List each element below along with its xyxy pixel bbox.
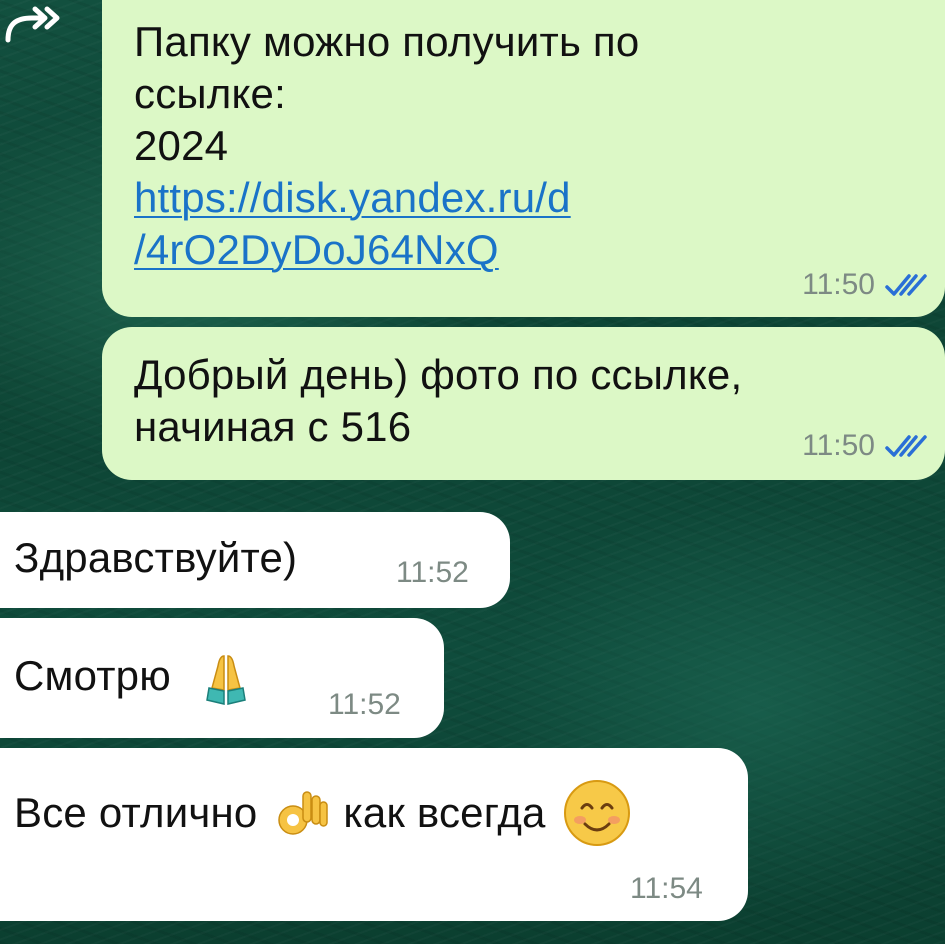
- message-bubble-outgoing[interactable]: Добрый день) фото по ссылке, начиная с 5…: [102, 327, 945, 480]
- double-check-read-icon: [885, 435, 927, 457]
- double-check-read-icon: [885, 274, 927, 296]
- message-meta: 11:52: [396, 556, 469, 590]
- message-bubble-incoming[interactable]: Здравствуйте) 11:52: [0, 512, 510, 608]
- message-meta: 11:52: [328, 688, 401, 722]
- forward-arrow-icon[interactable]: [2, 4, 64, 46]
- message-line: начиная с 516: [134, 403, 412, 450]
- ok-hand-emoji: [278, 791, 329, 835]
- message-line: 2024: [134, 122, 229, 169]
- message-bubble-outgoing[interactable]: Папку можно получить по ссылке: 2024 htt…: [102, 0, 945, 317]
- message-time: 11:50: [802, 268, 875, 301]
- message-text-part: как всегда: [343, 789, 546, 836]
- chat-view: { "chat": { "forward_icon": "forward-arr…: [0, 0, 945, 944]
- message-meta: 11:50: [802, 429, 931, 463]
- smiling-face-emoji: [563, 780, 630, 846]
- message-text: Здравствуйте): [14, 534, 298, 581]
- message-line: Добрый день) фото по ссылке,: [134, 351, 743, 398]
- message-text: Папку можно получить по ссылке: 2024 htt…: [134, 16, 639, 276]
- message-link[interactable]: https://disk.yandex.ru/d: [134, 172, 639, 224]
- message-meta: 11:54: [630, 872, 703, 906]
- message-text: Добрый день) фото по ссылке, начиная с 5…: [134, 349, 742, 453]
- message-text: Смотрю: [14, 650, 261, 708]
- message-time: 11:50: [802, 429, 875, 462]
- message-text-part: Смотрю: [14, 652, 171, 700]
- message-text: Все отлично как всегда: [14, 778, 638, 848]
- message-link[interactable]: /4rO2DyDoJ64NxQ: [134, 224, 639, 276]
- message-bubble-incoming[interactable]: Все отлично как всегда 11:54: [0, 748, 748, 921]
- folded-hands-emoji: [205, 655, 246, 705]
- message-time: 11:52: [328, 688, 401, 721]
- message-bubble-incoming[interactable]: Смотрю 11:52: [0, 618, 444, 738]
- message-time: 11:52: [396, 556, 469, 589]
- message-meta: 11:50: [802, 268, 931, 302]
- message-text-part: Все отлично: [14, 789, 258, 836]
- message-time: 11:54: [630, 872, 703, 905]
- message-line: Папку можно получить по: [134, 18, 640, 65]
- message-line: ссылке:: [134, 70, 286, 117]
